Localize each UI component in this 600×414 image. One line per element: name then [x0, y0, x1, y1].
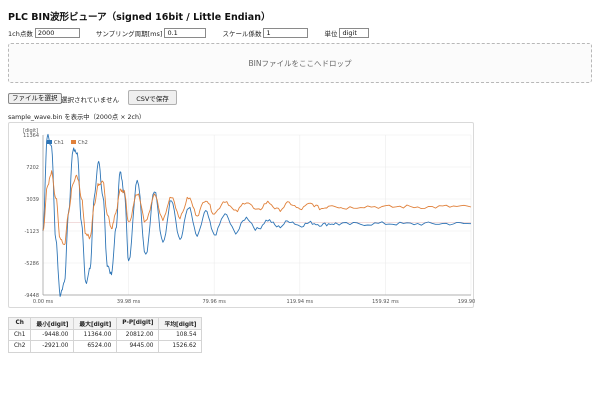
- drop-zone-text: BINファイルをここへドロップ: [248, 58, 352, 68]
- stats-cell: 108.54: [158, 328, 203, 341]
- x-tick-label: 159.92 ms: [372, 299, 399, 305]
- stats-table: Ch 最小[digit] 最大[digit] P-P[digit] 平均[dig…: [7, 317, 203, 353]
- legend-swatch: [71, 140, 76, 144]
- stats-header-row: Ch 最小[digit] 最大[digit] P-P[digit] 平均[dig…: [7, 317, 203, 330]
- settings-bar: 1ch点数 サンプリング周期[ms] スケール係数 単位: [8, 28, 370, 38]
- stats-header-avg: 平均[digit]: [158, 317, 203, 330]
- period-input[interactable]: [164, 28, 207, 38]
- stats-header-min: 最小[digit]: [30, 317, 75, 330]
- stats-cell: 9445.00: [116, 340, 160, 353]
- stats-cell: -2921.00: [30, 340, 75, 353]
- y-tick-label: 3039: [26, 197, 39, 203]
- x-tick-label: 199.90 ms: [458, 299, 475, 305]
- table-row: Ch2 -2921.00 6524.00 9445.00 1526.62: [7, 340, 203, 353]
- stats-cell: 20812.00: [116, 328, 160, 341]
- scale-input[interactable]: [263, 28, 309, 38]
- y-tick-label: -5286: [24, 261, 39, 267]
- points-label: 1ch点数: [8, 30, 33, 38]
- points-input[interactable]: [34, 28, 80, 38]
- stats-cell: -9448.00: [30, 328, 75, 341]
- x-tick-label: 39.98 ms: [117, 299, 141, 305]
- scale-label: スケール係数: [222, 30, 262, 38]
- stats-cell: Ch1: [7, 328, 32, 341]
- period-label: サンプリング周期[ms]: [95, 30, 163, 38]
- x-tick-label: 79.96 ms: [203, 299, 227, 305]
- stats-cell: Ch2: [7, 340, 32, 353]
- x-tick-label: 0.00 ms: [33, 299, 54, 305]
- unit-input[interactable]: [339, 28, 370, 38]
- series-line-ch2: [42, 170, 472, 246]
- stats-header-pp: P-P[digit]: [116, 317, 160, 330]
- legend-label: Ch2: [78, 140, 88, 146]
- file-drop-zone[interactable]: BINファイルをここへドロップ: [8, 43, 592, 83]
- y-tick-label: 7202: [26, 165, 39, 171]
- x-tick-label: 119.94 ms: [287, 299, 314, 305]
- page-title: PLC BIN波形ビューア（signed 16bit / Little Endi…: [8, 12, 271, 23]
- stats-header-ch: Ch: [7, 317, 32, 330]
- stats-cell: 11364.00: [73, 328, 118, 341]
- stats-cell: 1526.62: [158, 340, 203, 353]
- file-status-text: 選択されていません: [61, 96, 120, 104]
- save-csv-button[interactable]: CSVで保存: [128, 90, 177, 105]
- y-unit-label: [digit]: [23, 128, 38, 134]
- choose-file-button[interactable]: ファイルを選択: [8, 93, 62, 104]
- unit-label: 単位: [324, 30, 338, 38]
- legend-swatch: [47, 140, 52, 144]
- stats-header-max: 最大[digit]: [73, 317, 118, 330]
- table-row: Ch1 -9448.00 11364.00 20812.00 108.54: [7, 328, 203, 341]
- stats-cell: 6524.00: [73, 340, 118, 353]
- legend-label: Ch1: [54, 140, 64, 146]
- y-tick-label: -1123: [24, 229, 39, 235]
- waveform-chart[interactable]: 11364 7202 3039 -1123 -5286 -9448 0.00 ms 39.98…: [8, 122, 475, 308]
- chart-svg: 1136472023039-1123-5286-94480.00 ms 39.98…: [23, 128, 475, 305]
- loaded-file-status: sample_wave.bin を表示中（2000点 × 2ch）: [8, 114, 146, 121]
